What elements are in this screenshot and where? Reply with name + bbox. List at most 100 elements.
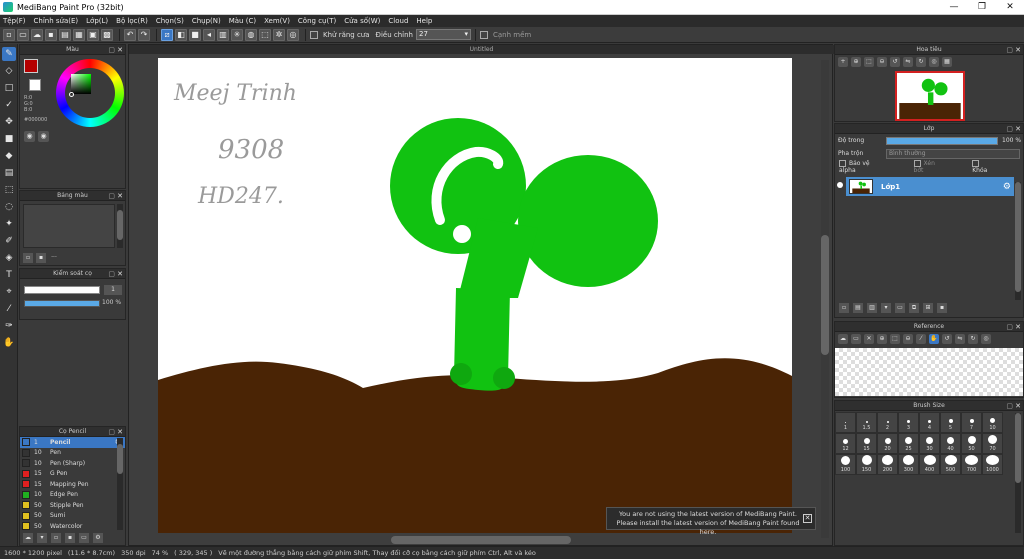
maximize-panel-icon[interactable]: ▢ <box>1006 124 1013 134</box>
menu-help[interactable]: Help <box>416 17 432 25</box>
close-panel-icon[interactable]: ✕ <box>117 191 123 201</box>
brush-list-scroll-thumb[interactable] <box>117 444 123 474</box>
eyedropper-tool-icon[interactable]: ⁄ <box>2 302 16 316</box>
brush-size-option[interactable]: 7 <box>961 412 982 433</box>
brush-size-option[interactable]: 300 <box>898 454 919 475</box>
select-all-icon[interactable]: ■ <box>189 28 201 41</box>
navigator-thumbnail[interactable] <box>895 71 965 121</box>
delete-brush-icon[interactable]: ▪ <box>65 533 75 543</box>
snap-settings-icon[interactable]: ◎ <box>287 28 299 41</box>
rotate-left-icon[interactable]: ↺ <box>890 56 900 67</box>
layer-blend-select[interactable]: Bình thường <box>886 148 1020 159</box>
brush-list-scrollbar[interactable] <box>117 438 123 530</box>
cloud-icon[interactable]: ☁ <box>31 28 43 41</box>
pen-tool-icon[interactable]: ✑ <box>2 319 16 333</box>
snap-grid-icon[interactable]: ▥ <box>217 28 229 41</box>
layer-opacity-slider[interactable] <box>886 136 998 145</box>
save-icon[interactable]: ▪ <box>45 28 57 41</box>
rect-tool-icon[interactable]: □ <box>2 81 16 95</box>
duplicate-layer-icon[interactable]: ⧉ <box>909 303 919 313</box>
lock-checkbox[interactable] <box>972 159 980 167</box>
close-panel-icon[interactable]: ✕ <box>1015 401 1021 411</box>
canvas-vertical-scrollbar[interactable] <box>821 60 829 538</box>
gradient-tool-icon[interactable]: ▤ <box>2 166 16 180</box>
clipping-option[interactable]: Xén bớt <box>913 159 947 174</box>
zoom-out-icon[interactable]: ⊖ <box>877 56 887 67</box>
color-settings-icon[interactable]: ◉ <box>38 131 49 142</box>
bucket-tool-icon[interactable]: ◆ <box>2 149 16 163</box>
brush-size-option[interactable]: 1.5 <box>856 412 877 433</box>
brush-size-option[interactable]: 700 <box>961 454 982 475</box>
protect-alpha-option[interactable]: Bảo vệ alpha <box>839 159 888 174</box>
reference-zoom-out-icon[interactable]: ⊖ <box>903 333 913 344</box>
maximize-panel-icon[interactable]: ▢ <box>1006 401 1013 411</box>
select-tool-icon[interactable]: ⬚ <box>2 183 16 197</box>
snap-curve-icon[interactable]: ⬚ <box>259 28 271 41</box>
new-layer-icon[interactable]: ▫ <box>839 303 849 313</box>
brush-size-value[interactable]: 1 <box>104 285 122 295</box>
grid-icon[interactable]: ▦ <box>73 28 85 41</box>
brush-size-option[interactable]: 1000 <box>982 454 1003 475</box>
menu-edit[interactable]: Chỉnh sửa(E) <box>34 17 79 25</box>
maximize-panel-icon[interactable]: ▢ <box>108 45 115 55</box>
brush-size-slider[interactable] <box>24 286 100 294</box>
navigator-grid-icon[interactable]: ▦ <box>942 56 952 67</box>
brush-size-option[interactable]: 25 <box>898 433 919 454</box>
brush-list-item[interactable]: 15 G Pen <box>20 469 125 480</box>
select-invert-icon[interactable]: ◧ <box>175 28 187 41</box>
menu-view[interactable]: Xem(V) <box>264 17 290 25</box>
reference-open-icon[interactable]: ▭ <box>851 333 861 344</box>
close-panel-icon[interactable]: ✕ <box>117 269 123 279</box>
reference-reset-icon[interactable]: ◎ <box>981 333 991 344</box>
document-tab[interactable]: Untitled <box>129 45 834 54</box>
menu-window[interactable]: Cửa số(W) <box>344 17 380 25</box>
palette-swatch-area[interactable] <box>23 204 115 248</box>
fit-window-icon[interactable]: ⬚ <box>864 56 874 67</box>
canvas-horizontal-scrollbar[interactable] <box>391 536 571 544</box>
hand-tool-icon[interactable]: ✋ <box>2 336 16 350</box>
layer-item[interactable]: Lớp1 ⚙ <box>846 177 1014 196</box>
background-color-swatch[interactable] <box>29 79 41 91</box>
select-none-icon[interactable]: ⧄ <box>161 28 173 41</box>
layer-scrollbar[interactable] <box>1015 182 1021 300</box>
open-file-icon[interactable]: ▭ <box>17 28 29 41</box>
menu-capture[interactable]: Chụp(N) <box>192 17 221 25</box>
close-panel-icon[interactable]: ✕ <box>1015 124 1021 134</box>
reference-eyedropper-icon[interactable]: ⁄ <box>916 333 926 344</box>
maximize-panel-icon[interactable]: ▢ <box>108 427 115 437</box>
reference-rotate-left-icon[interactable]: ↺ <box>942 333 952 344</box>
snap-circle-icon[interactable]: ◍ <box>245 28 257 41</box>
correction-select[interactable]: 27 <box>416 29 471 40</box>
brush-size-option[interactable]: 1 <box>835 412 856 433</box>
close-panel-icon[interactable]: ✕ <box>117 427 123 437</box>
maximize-panel-icon[interactable]: ▢ <box>1006 322 1013 332</box>
undo-icon[interactable]: ↶ <box>124 28 136 41</box>
cloud-brush-icon[interactable]: ☁ <box>23 533 33 543</box>
brush-size-option[interactable]: 150 <box>856 454 877 475</box>
drawing-canvas[interactable]: Meej Trinh 9308 HD247. <box>158 58 792 533</box>
snap-vanish-icon[interactable]: ✲ <box>273 28 285 41</box>
menu-color[interactable]: Màu (C) <box>229 17 256 25</box>
brush-size-option[interactable]: 70 <box>982 433 1003 454</box>
brush-size-option[interactable]: 2 <box>877 412 898 433</box>
snap-parallel-icon[interactable]: ◂ <box>203 28 215 41</box>
brush-size-option[interactable]: 40 <box>940 433 961 454</box>
brush-size-scroll-thumb[interactable] <box>1015 413 1021 483</box>
text-tool-icon[interactable]: T <box>2 268 16 282</box>
tile-icon[interactable]: ▩ <box>101 28 113 41</box>
menu-layer[interactable]: Lớp(L) <box>86 17 108 25</box>
brush-size-option[interactable]: 15 <box>856 433 877 454</box>
export-icon[interactable]: ▤ <box>59 28 71 41</box>
zoom-in-icon[interactable]: ⊕ <box>851 56 861 67</box>
select-pen-tool-icon[interactable]: ✐ <box>2 234 16 248</box>
close-panel-icon[interactable]: ✕ <box>1015 322 1021 332</box>
palette-scroll-thumb[interactable] <box>117 210 123 240</box>
brush-size-option[interactable]: 3 <box>898 412 919 433</box>
menu-cloud[interactable]: Cloud <box>388 17 408 25</box>
lock-option[interactable]: Khóa <box>972 159 997 174</box>
clipping-checkbox[interactable] <box>913 159 921 167</box>
snap-radial-icon[interactable]: ✳ <box>231 28 243 41</box>
brush-size-option[interactable]: 400 <box>919 454 940 475</box>
color-picker-marker[interactable] <box>69 92 74 97</box>
merge-layer-icon[interactable]: ⊞ <box>923 303 933 313</box>
